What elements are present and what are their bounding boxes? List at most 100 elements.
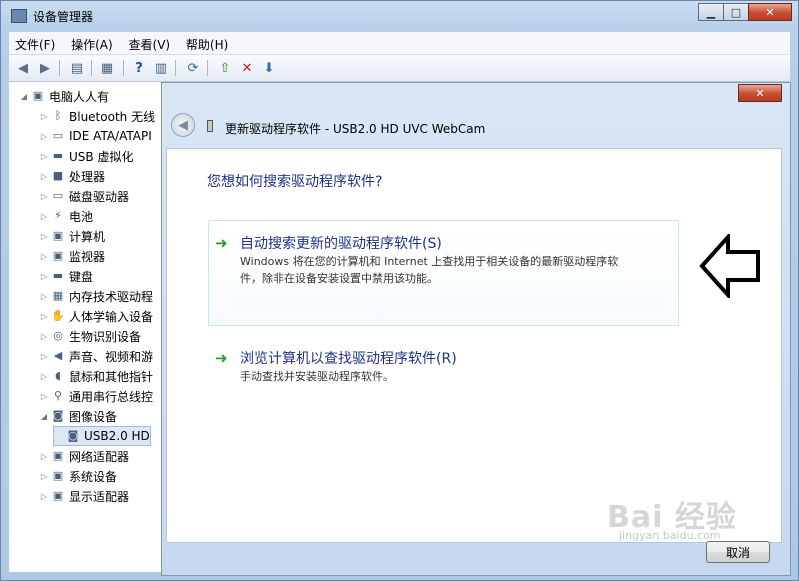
expand-arrow-icon[interactable]: ▷	[39, 232, 49, 241]
properties-icon[interactable]: ▦	[99, 60, 115, 76]
maximize-icon: □	[730, 5, 742, 19]
tree-item[interactable]: ▷ ▣ 监视器	[39, 246, 105, 266]
tree-item-label: 图像设备	[69, 409, 118, 424]
scan-hardware-icon[interactable]: ⟳	[185, 60, 201, 76]
tree-item[interactable]: ▷ ▭ IDE ATA/ATAPI	[39, 126, 152, 146]
expand-arrow-icon[interactable]: ▷	[39, 272, 49, 281]
help-icon[interactable]: ?	[131, 60, 147, 76]
maximize-button[interactable]: □	[723, 3, 749, 21]
back-arrow-icon: ◀	[178, 117, 188, 133]
expand-arrow-icon[interactable]: ▷	[39, 472, 49, 481]
close-icon: ✕	[765, 5, 775, 19]
display-adapter-icon: ▣	[52, 489, 64, 502]
tree-item[interactable]: ▷ ✋ 人体学输入设备	[39, 306, 153, 326]
toolbar-separator	[59, 60, 60, 76]
uninstall-icon[interactable]: ✕	[239, 60, 255, 76]
hid-icon: ✋	[51, 309, 65, 322]
green-arrow-icon: ➜	[215, 234, 228, 252]
tree-item[interactable]: ▷ ⚲ 通用串行总线控	[39, 386, 153, 406]
expand-arrow-icon[interactable]: ▷	[39, 312, 49, 321]
tree-item[interactable]: ▷ ▬ 键盘	[39, 266, 93, 286]
tree-item[interactable]: ◢ ◙ 图像设备	[39, 406, 117, 426]
tree-item-label: 内存技术驱动程	[69, 289, 154, 304]
tree-item[interactable]: ▷ ◎ 生物识别设备	[39, 326, 141, 346]
tree-item[interactable]: ▷ ■ 处理器	[39, 166, 105, 186]
expand-arrow-icon[interactable]: ▷	[39, 212, 49, 221]
tree-root[interactable]: ◢ ▣ 电脑人人有	[19, 86, 109, 106]
computer-root-icon: ▣	[32, 89, 44, 102]
webcam-icon: ◙	[67, 429, 79, 442]
tree-item-label: 网络适配器	[69, 449, 130, 464]
expand-arrow-icon[interactable]: ▷	[39, 292, 49, 301]
network-icon: ▣	[52, 449, 64, 462]
cancel-button[interactable]: 取消	[706, 541, 770, 563]
title-bar: 设备管理器 ▁ □ ✕	[1, 1, 798, 31]
expand-arrow-icon[interactable]: ▷	[39, 252, 49, 261]
tree-item-label: 计算机	[69, 229, 106, 244]
expand-arrow-icon[interactable]: ▷	[39, 192, 49, 201]
menu-view[interactable]: 查看(V)	[123, 32, 177, 53]
tree-item[interactable]: ▷ ᛒ Bluetooth 无线	[39, 106, 155, 126]
tree-item[interactable]: ▷ ▣ 显示适配器	[39, 486, 129, 506]
tree-item-label: 系统设备	[69, 469, 118, 484]
tree-item-label: 显示适配器	[69, 489, 130, 504]
tree-item[interactable]: ▷ ◖ 鼠标和其他指针	[39, 366, 153, 386]
tree-item[interactable]: ▷ ▦ 内存技术驱动程	[39, 286, 153, 306]
tree-item[interactable]: ▷ ◀ 声音、视频和游	[39, 346, 153, 366]
auto-search-desc-line2: 件，除非在设备安装设置中禁用该功能。	[240, 272, 438, 285]
back-button[interactable]: ◀	[171, 113, 195, 137]
auto-search-desc-line1: Windows 将在您的计算机和 Internet 上查找用于相关设备的最新驱动…	[240, 255, 619, 268]
dialog-title: 更新驱动程序软件 - USB2.0 HD UVC WebCam	[225, 122, 486, 136]
tree-item[interactable]: ▷ ▣ 网络适配器	[39, 446, 129, 466]
toolbar-separator	[175, 60, 176, 76]
back-icon[interactable]: ◀	[15, 60, 31, 76]
tree-item-label: 通用串行总线控	[69, 389, 154, 404]
expand-arrow-icon[interactable]: ▷	[39, 392, 49, 401]
tree-item[interactable]: ▷ ▬ USB 虚拟化	[39, 146, 134, 166]
processor-icon: ■	[52, 169, 64, 182]
computer-icon: ▣	[52, 229, 64, 242]
tree-item-label: 鼠标和其他指针	[69, 369, 154, 384]
tree-item-label: USB 虚拟化	[69, 149, 134, 164]
tree-item-label: 人体学输入设备	[69, 309, 154, 324]
forward-icon[interactable]: ▶	[37, 60, 53, 76]
tree-item[interactable]: ▷ ⚡ 电池	[39, 206, 93, 226]
expand-arrow-icon[interactable]: ▷	[39, 112, 49, 121]
expand-arrow-icon[interactable]: ▷	[39, 352, 49, 361]
tree-item-label: 处理器	[69, 169, 106, 184]
menu-file[interactable]: 文件(F)	[9, 32, 61, 53]
dialog-close-button[interactable]: ✕	[738, 84, 782, 102]
sound-icon: ◀	[53, 349, 63, 362]
expand-arrow-icon[interactable]: ▷	[39, 132, 49, 141]
show-hide-tree-icon[interactable]: ▤	[69, 60, 85, 76]
auto-search-title[interactable]: 自动搜索更新的驱动程序软件(S)	[240, 233, 442, 253]
update-driver-icon[interactable]: ⇧	[217, 60, 233, 76]
close-button[interactable]: ✕	[748, 3, 792, 21]
device-manager-window: 设备管理器 ▁ □ ✕ 文件(F) 操作(A) 查看(V) 帮助(H) ◀ ▶ …	[0, 0, 799, 581]
minimize-button[interactable]: ▁	[698, 3, 724, 21]
action-pane-icon[interactable]: ▥	[153, 60, 169, 76]
expand-arrow-icon[interactable]: ▷	[39, 372, 49, 381]
tree-item[interactable]: ◙ USB2.0 HD	[53, 426, 151, 446]
tree-item-label: 磁盘驱动器	[69, 189, 130, 204]
collapse-arrow-icon[interactable]: ◢	[39, 412, 49, 421]
tree-item[interactable]: ▷ ▣ 计算机	[39, 226, 105, 246]
collapse-arrow-icon[interactable]: ◢	[19, 92, 29, 101]
browse-computer-title[interactable]: 浏览计算机以查找驱动程序软件(R)	[240, 348, 457, 368]
question-heading: 您想如何搜索驱动程序软件?	[207, 174, 383, 190]
expand-arrow-icon[interactable]: ▷	[39, 452, 49, 461]
disable-device-icon[interactable]: ⬇	[261, 60, 277, 76]
tree-item[interactable]: ▷ ▭ 磁盘驱动器	[39, 186, 129, 206]
menu-action[interactable]: 操作(A)	[65, 32, 119, 53]
expand-arrow-icon[interactable]: ▷	[39, 332, 49, 341]
menu-help[interactable]: 帮助(H)	[180, 32, 234, 53]
expand-arrow-icon[interactable]: ▷	[39, 152, 49, 161]
expand-arrow-icon[interactable]: ▷	[39, 172, 49, 181]
tree-item-label: 电池	[69, 209, 94, 224]
keyboard-icon: ▬	[52, 269, 64, 282]
tree-item[interactable]: ▷ ▣ 系统设备	[39, 466, 117, 486]
device-manager-icon	[11, 9, 27, 23]
expand-arrow-icon[interactable]: ▷	[39, 492, 49, 501]
close-icon: ✕	[755, 86, 765, 100]
toolbar-separator	[91, 60, 92, 76]
